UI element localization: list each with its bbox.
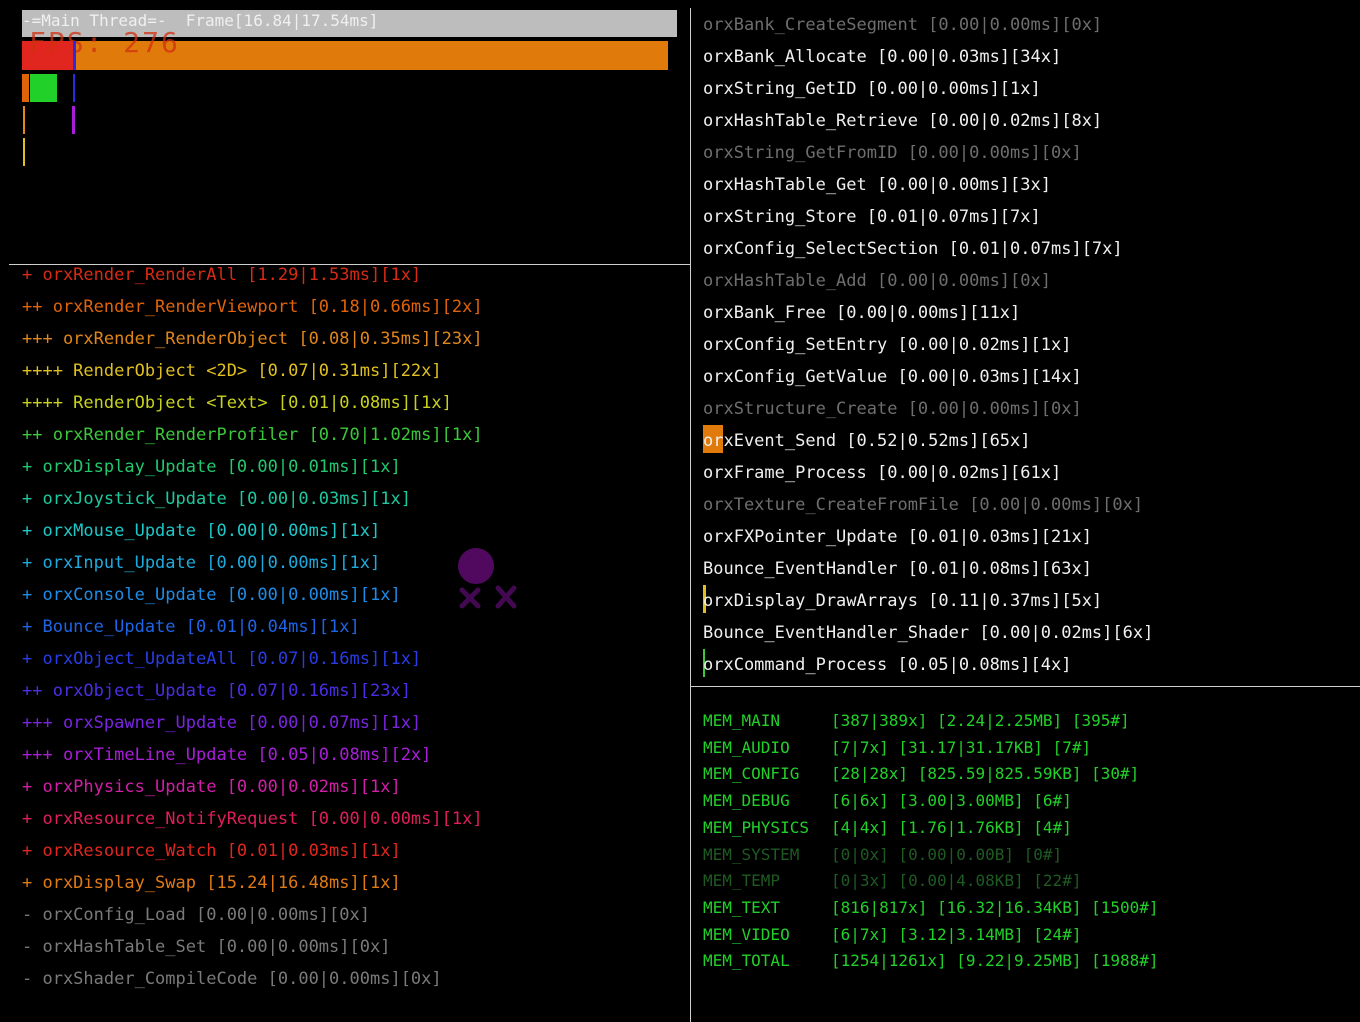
memory-type-name: MEM_TOTAL — [703, 951, 790, 971]
memory-type-values: [0|3x] [0.00|4.08KB] [22#] — [831, 871, 1082, 891]
profiler-entry: ++ orxRender_RenderViewport [0.18|0.66ms… — [22, 297, 483, 317]
profiler-entry: ++++ RenderObject <Text> [0.01|0.08ms][1… — [22, 393, 452, 413]
object-block — [23, 106, 25, 134]
memory-type-values: [6|7x] [3.12|3.14MB] [24#] — [831, 924, 1082, 944]
profiler-entry: + orxObject_UpdateAll [0.07|0.16ms][1x] — [22, 649, 422, 669]
memory-type-name: MEM_DEBUG — [703, 791, 790, 811]
profiler-entry: + orxResource_NotifyRequest [0.00|0.00ms… — [22, 809, 483, 829]
function-entry: orxHashTable_Retrieve [0.00|0.02ms][8x] — [703, 111, 1103, 131]
memory-type-values: [816|817x] [16.32|16.34KB] [1500#] — [831, 897, 1159, 917]
memory-type-name: MEM_MAIN — [703, 711, 781, 730]
function-entry: orxBank_CreateSegment [0.00|0.00ms][0x] — [703, 15, 1103, 35]
memory-type-values: [7|7x] [31.17|31.17KB] [7#] — [831, 737, 1092, 757]
profiler-entry: + orxJoystick_Update [0.00|0.03ms][1x] — [22, 489, 411, 509]
memory-type-values: [4|4x] [1.76|1.76KB] [4#] — [831, 817, 1072, 837]
profiler-block — [30, 74, 57, 102]
orx-logo-icon — [458, 548, 517, 609]
profiler-entry: ++ orxRender_RenderProfiler [0.70|1.02ms… — [22, 425, 483, 445]
function-entry: orxFrame_Process [0.00|0.02ms][61x] — [703, 463, 1062, 483]
timeline-block — [72, 106, 75, 134]
profiler-entry: + orxDisplay_Swap [15.24|16.48ms][1x] — [22, 873, 401, 893]
profiler-entry: - orxConfig_Load [0.00|0.00ms][0x] — [22, 905, 370, 925]
marker-blue — [73, 41, 76, 70]
profiler-entry: +++ orxTimeLine_Update [0.05|0.08ms][2x] — [22, 745, 432, 765]
function-entry: orxConfig_GetValue [0.00|0.03ms][14x] — [703, 367, 1082, 387]
profiler-entry: +++ orxRender_RenderObject [0.08|0.35ms]… — [22, 329, 483, 349]
function-entry: orxBank_Free [0.00|0.00ms][11x] — [703, 303, 1021, 323]
fps-text: FPS: 276 — [29, 26, 180, 59]
profiler-entry: + orxDisplay_Update [0.00|0.01ms][1x] — [22, 457, 401, 477]
function-entry: orxHashTable_Add [0.00|0.00ms][0x] — [703, 271, 1051, 291]
memory-type-name: MEM_TEXT — [703, 897, 781, 917]
profiler-entry: +++ orxSpawner_Update [0.00|0.07ms][1x] — [22, 713, 422, 733]
memory-type-values: [0|0x] [0.00|0.00B] [0#] — [831, 844, 1063, 864]
profiler-entry: + Bounce_Update [0.01|0.04ms][1x] — [22, 617, 360, 637]
function-entry: orxBank_Allocate [0.00|0.03ms][34x] — [703, 47, 1062, 67]
profiler-entry: + orxInput_Update [0.00|0.00ms][1x] — [22, 553, 381, 573]
memory-type-values: [1254|1261x] [9.22|9.25MB] [1988#] — [831, 951, 1159, 971]
function-entry: orxString_GetFromID [0.00|0.00ms][0x] — [703, 143, 1082, 163]
memory-type-values: [28|28x] [825.59|825.59KB] [30#] — [831, 764, 1140, 784]
function-entry: Bounce_EventHandler_Shader [0.00|0.02ms]… — [703, 623, 1154, 643]
memory-type-name: MEM_PHYSICS — [703, 817, 809, 837]
memory-type-name: MEM_TEMP — [703, 871, 781, 891]
memory-type-name: MEM_VIDEO — [703, 924, 790, 944]
memory-type-name: MEM_AUDIO — [703, 737, 790, 757]
profiler-entry: + orxMouse_Update [0.00|0.00ms][1x] — [22, 521, 381, 541]
profiler-entry: ++++ RenderObject <2D> [0.07|0.31ms][22x… — [22, 361, 442, 381]
profiler-entry: + orxPhysics_Update [0.00|0.02ms][1x] — [22, 777, 401, 797]
timeline-panel: -=Main Thread=- Frame[16.84|17.54ms] FPS… — [9, 8, 691, 264]
viewport-block — [22, 74, 29, 102]
memory-type-name: MEM_CONFIG — [703, 764, 800, 784]
function-entry: Bounce_EventHandler [0.01|0.08ms][63x] — [703, 559, 1092, 579]
profiler-entry: - orxHashTable_Set [0.00|0.00ms][0x] — [22, 937, 391, 957]
profiler-entry: + orxResource_Watch [0.01|0.03ms][1x] — [22, 841, 401, 861]
function-entry: orxEvent_Send [0.52|0.52ms][65x] — [703, 431, 1031, 451]
function-entry: orxConfig_SetEntry [0.00|0.02ms][1x] — [703, 335, 1072, 355]
memory-type-values: [6|6x] [3.00|3.00MB] [6#] — [831, 791, 1072, 811]
function-entry: orxString_Store [0.01|0.07ms][7x] — [703, 207, 1041, 227]
profiler-entry: ++ orxObject_Update [0.07|0.16ms][23x] — [22, 681, 411, 701]
marker-blue-2 — [73, 74, 75, 102]
profiler-entry: + orxRender_RenderAll [1.29|1.53ms][1x] — [22, 265, 422, 285]
render-2d-block — [23, 138, 25, 166]
function-entry: orxString_GetID [0.00|0.00ms][1x] — [703, 79, 1041, 99]
border-right-mid — [690, 686, 1360, 687]
memory-type-values: [387|389x] [2.24|2.25MB] [395#] — [831, 711, 1130, 730]
profiler-entry: - orxShader_CompileCode [0.00|0.00ms][0x… — [22, 969, 442, 989]
function-entry: orxDisplay_DrawArrays [0.11|0.37ms][5x] — [703, 591, 1103, 611]
profiler-entry: + orxConsole_Update [0.00|0.00ms][1x] — [22, 585, 401, 605]
memory-type-name: MEM_SYSTEM — [703, 844, 800, 864]
function-entry: orxStructure_Create [0.00|0.00ms][0x] — [703, 399, 1082, 419]
function-entry: orxCommand_Process [0.05|0.08ms][4x] — [703, 655, 1072, 675]
function-entry: orxConfig_SelectSection [0.01|0.07ms][7x… — [703, 239, 1123, 259]
function-entry: orxTexture_CreateFromFile [0.00|0.00ms][… — [703, 495, 1144, 515]
function-entry: orxFXPointer_Update [0.01|0.03ms][21x] — [703, 527, 1092, 547]
function-entry: orxHashTable_Get [0.00|0.00ms][3x] — [703, 175, 1051, 195]
